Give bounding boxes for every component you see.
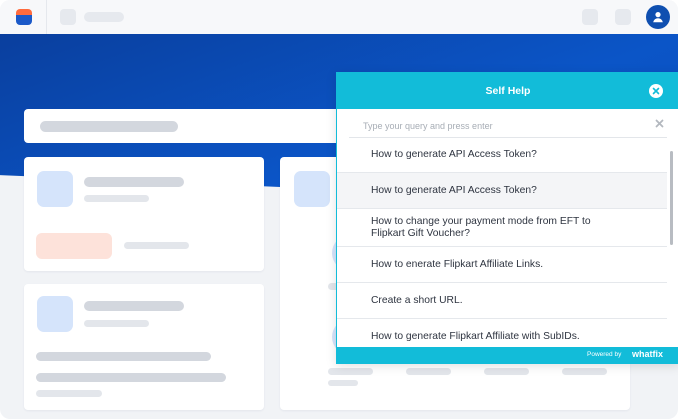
placeholder-icon (60, 9, 76, 25)
list-item[interactable]: How to enerate Flipkart Affiliate Links. (337, 247, 667, 283)
placeholder-icon (615, 9, 631, 25)
topbar-divider (46, 0, 47, 34)
list-item-label: How to generate API Access Token? (371, 184, 537, 196)
list-item[interactable]: How to generate API Access Token? (337, 173, 667, 209)
app-frame: Self Help How to generate API Access Tok… (0, 0, 678, 419)
placeholder-card (24, 284, 264, 410)
list-item[interactable]: Create a short URL. (337, 283, 667, 319)
search-row (349, 113, 667, 138)
list-item-label: How to change your payment mode from EFT… (371, 215, 591, 239)
results-list: How to generate API Access Token? How to… (337, 137, 678, 343)
close-icon[interactable] (649, 84, 663, 98)
user-avatar-icon[interactable] (646, 5, 670, 29)
placeholder-text (40, 121, 178, 132)
list-item[interactable]: How to generate Flipkart Affiliate with … (337, 319, 667, 343)
placeholder-text (36, 352, 211, 361)
widget-title: Self Help (337, 73, 678, 109)
list-item-label: How to enerate Flipkart Affiliate Links. (371, 258, 544, 270)
placeholder-text (484, 368, 529, 375)
placeholder-text (84, 301, 184, 311)
top-bar (0, 0, 678, 35)
placeholder-icon (37, 171, 73, 207)
placeholder-text (328, 368, 373, 375)
placeholder-icon (582, 9, 598, 25)
placeholder-text (562, 368, 607, 375)
widget-footer: Powered by whatfix (337, 347, 678, 363)
powered-by-label: Powered by (587, 351, 622, 358)
placeholder-text (36, 373, 226, 382)
list-item-label: How to generate API Access Token? (371, 148, 537, 160)
list-item[interactable]: How to change your payment mode from EFT… (337, 209, 667, 247)
placeholder-text (84, 320, 149, 327)
placeholder-icon (294, 171, 330, 207)
placeholder-text (328, 380, 358, 386)
placeholder-text (84, 195, 149, 202)
placeholder-text (84, 177, 184, 187)
list-item-label: How to generate Flipkart Affiliate with … (371, 331, 580, 342)
placeholder-icon (37, 296, 73, 332)
placeholder-text (124, 242, 189, 249)
self-help-widget: Self Help How to generate API Access Tok… (336, 72, 678, 364)
list-item[interactable]: How to generate API Access Token? (337, 137, 667, 173)
placeholder-text (406, 368, 451, 375)
placeholder-card (24, 157, 264, 271)
app-logo-icon[interactable] (16, 9, 32, 25)
clear-icon[interactable] (655, 119, 664, 131)
placeholder-text (84, 12, 124, 22)
list-item-label: Create a short URL. (371, 294, 463, 306)
search-input[interactable] (361, 117, 645, 135)
brand-link[interactable]: whatfix (632, 349, 663, 359)
placeholder-text (36, 390, 102, 397)
results-scrollbar[interactable] (670, 151, 673, 245)
placeholder-search-bar[interactable] (24, 109, 340, 143)
placeholder-badge (36, 233, 112, 259)
